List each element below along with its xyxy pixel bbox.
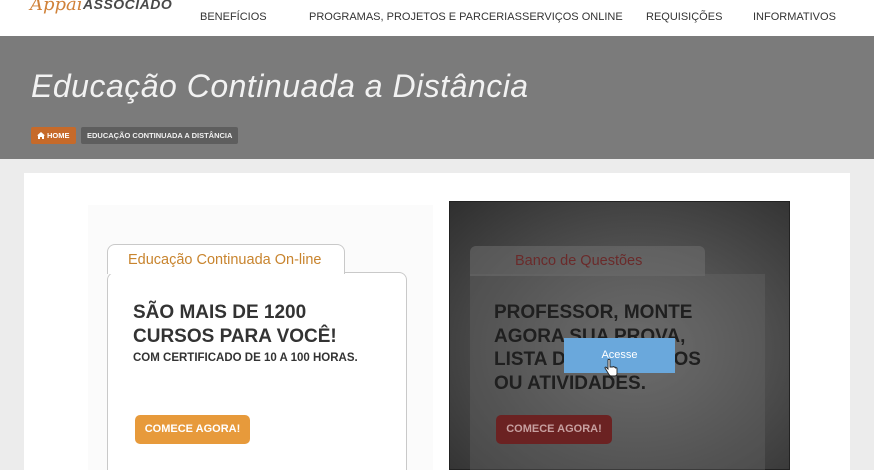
page-title: Educação Continuada a Distância [31,68,529,104]
logo-wordmark[interactable]: ASSOCIADO [83,0,172,12]
left-card-subheading: COM CERTIFICADO DE 10 A 100 HORAS. [133,352,358,364]
nav-item-requisicoes[interactable]: REQUISIÇÕES [646,11,722,23]
top-navigation-bar: Appai ASSOCIADO BENEFÍCIOS PROGRAMAS, PR… [0,0,874,36]
tab-join [108,271,344,274]
comece-agora-button-left[interactable]: COMECE AGORA! [135,415,250,444]
breadcrumb-home-label: HOME [47,131,70,140]
acesse-button[interactable]: Acesse [564,338,675,373]
left-card-heading-line-2: CURSOS PARA VOCÊ! [133,326,337,347]
left-card-heading: SÃO MAIS DE 1200 CURSOS PARA VOCÊ! [133,301,337,349]
breadcrumb-current: EDUCAÇÃO CONTINUADA A DISTÂNCIA [81,127,239,144]
right-card-heading-line-4: OU ATIVIDADES. [494,372,647,394]
page-hero: Educação Continuada a Distância HOME EDU… [0,36,874,159]
logo-script[interactable]: Appai [30,0,83,15]
left-card-tab-label: Educação Continuada On-line [128,252,322,268]
home-icon [37,132,45,139]
nav-item-beneficios[interactable]: BENEFÍCIOS [200,11,267,23]
nav-item-programas[interactable]: PROGRAMAS, PROJETOS E PARCERIAS [309,11,522,23]
nav-item-servicos-online[interactable]: SERVIÇOS ONLINE [522,11,623,23]
breadcrumb-home[interactable]: HOME [31,127,76,144]
right-card-heading-line-1: PROFESSOR, MONTE [494,302,693,323]
right-card-tab-label: Banco de Questões [515,253,643,269]
hand-cursor-icon [604,359,618,377]
nav-item-informativos[interactable]: INFORMATIVOS [753,11,836,23]
left-card-heading-line-1: SÃO MAIS DE 1200 [133,302,307,323]
comece-agora-button-right[interactable]: COMECE AGORA! [496,415,612,444]
